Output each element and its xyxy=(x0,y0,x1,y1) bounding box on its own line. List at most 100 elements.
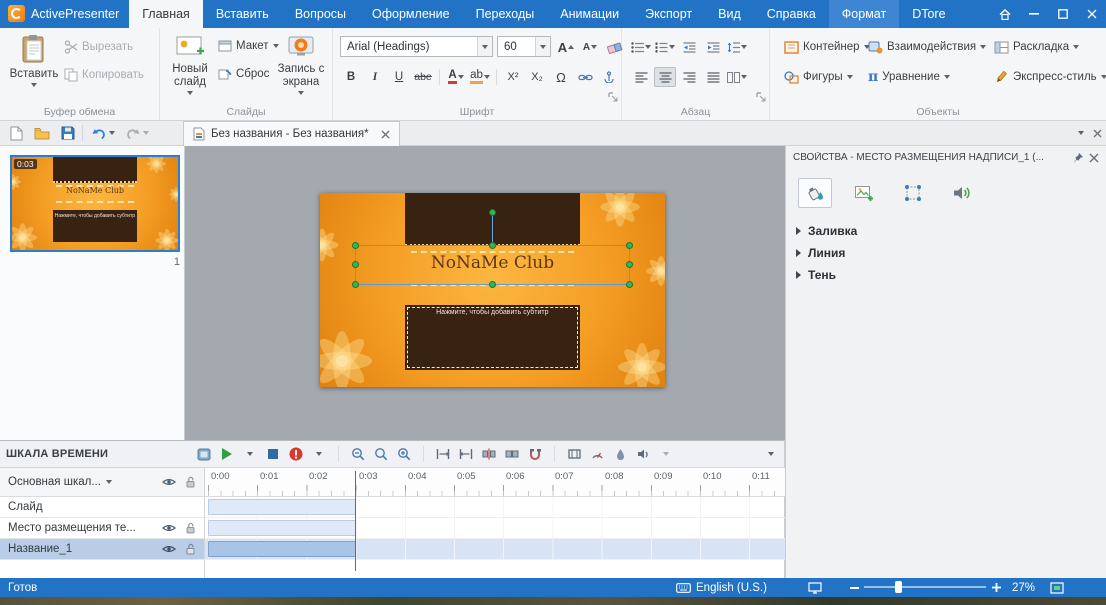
minimize-button[interactable] xyxy=(1019,0,1048,28)
play-options-caret[interactable] xyxy=(243,445,257,463)
track-row-text-placeholder[interactable]: Место размещения те... xyxy=(0,518,785,539)
section-fill[interactable]: Заливка xyxy=(796,220,857,242)
record-narration-button[interactable] xyxy=(289,445,303,463)
rotation-handle[interactable] xyxy=(488,209,496,216)
lock-toggle-icon[interactable] xyxy=(185,543,196,555)
cut-button[interactable]: Вырезать xyxy=(64,40,133,54)
close-button[interactable] xyxy=(1077,0,1106,28)
audio-tools-button[interactable] xyxy=(636,445,650,463)
playhead[interactable] xyxy=(355,471,356,571)
font-dialog-launcher-icon[interactable] xyxy=(608,92,618,102)
underline-button[interactable]: U xyxy=(388,67,410,87)
language-indicator[interactable]: English (U.S.) xyxy=(696,578,767,597)
tab-home[interactable]: Главная xyxy=(129,0,203,28)
delete-time-button[interactable] xyxy=(459,445,473,463)
align-left-button[interactable] xyxy=(630,67,652,87)
fill-style-tab[interactable] xyxy=(798,178,832,208)
font-size-caret[interactable] xyxy=(535,37,550,56)
line-spacing-button[interactable] xyxy=(726,37,748,57)
playback-speed-button[interactable] xyxy=(590,445,604,463)
font-family-caret[interactable] xyxy=(477,37,492,56)
object-duration-bar[interactable] xyxy=(208,541,356,557)
justify-button[interactable] xyxy=(702,67,724,87)
decrease-indent-button[interactable] xyxy=(678,37,700,57)
snap-toggle-button[interactable] xyxy=(528,445,542,463)
audio-tab[interactable] xyxy=(945,178,979,208)
strikethrough-button[interactable]: abe xyxy=(412,67,434,87)
subscript-button[interactable]: X₂ xyxy=(526,67,548,87)
zoom-slider-thumb[interactable] xyxy=(895,581,902,593)
font-size-combo[interactable]: 60 xyxy=(497,36,551,57)
selection-handle[interactable] xyxy=(626,242,633,249)
redo-button[interactable] xyxy=(122,121,152,145)
new-slide-button[interactable]: Новый слайд xyxy=(165,31,215,95)
bold-button[interactable]: B xyxy=(340,67,362,87)
express-style-button[interactable]: Экспресс-стиль xyxy=(994,67,1106,87)
tab-animations[interactable]: Анимации xyxy=(547,0,632,28)
font-color-button[interactable]: A xyxy=(445,67,467,87)
increase-indent-button[interactable] xyxy=(702,37,724,57)
lock-toggle-icon[interactable] xyxy=(185,522,196,534)
home-icon[interactable] xyxy=(990,0,1019,28)
timeline-more-caret[interactable] xyxy=(764,445,778,463)
pin-icon[interactable] xyxy=(1072,152,1084,164)
selection-handle[interactable] xyxy=(626,261,633,268)
slide-duration-bar[interactable] xyxy=(208,499,356,515)
selection-handle[interactable] xyxy=(626,281,633,288)
preview-pane-icon[interactable] xyxy=(197,445,211,463)
timeline-selector[interactable]: Основная шкал... xyxy=(0,468,205,497)
section-shadow[interactable]: Тень xyxy=(796,264,836,286)
copy-button[interactable]: Копировать xyxy=(64,68,144,82)
split-button[interactable] xyxy=(482,445,496,463)
reset-button[interactable]: Сброс xyxy=(218,68,269,80)
zoom-slider[interactable] xyxy=(864,578,986,597)
panel-menu-caret[interactable] xyxy=(1078,131,1084,135)
tab-help[interactable]: Справка xyxy=(754,0,829,28)
zoom-in-button[interactable] xyxy=(397,445,411,463)
audio-options-caret[interactable] xyxy=(659,445,673,463)
visibility-toggle-icon[interactable] xyxy=(162,544,176,554)
selection-handle[interactable] xyxy=(488,281,496,288)
columns-button[interactable] xyxy=(726,67,748,87)
insert-time-button[interactable] xyxy=(436,445,450,463)
grow-font-button[interactable]: A xyxy=(555,37,577,57)
paste-button[interactable]: Вставить xyxy=(8,31,60,87)
undo-button[interactable] xyxy=(88,121,118,145)
object-layout-button[interactable]: Раскладка xyxy=(994,37,1080,57)
layout-button[interactable]: Макет xyxy=(218,40,279,52)
stop-button[interactable] xyxy=(266,445,280,463)
save-button[interactable] xyxy=(56,121,80,145)
align-center-button[interactable] xyxy=(654,67,676,87)
highlight-button[interactable]: ab xyxy=(469,67,491,87)
selection-handle[interactable] xyxy=(352,261,359,268)
zoom-out-button[interactable] xyxy=(850,578,859,597)
track-lane[interactable] xyxy=(205,539,785,560)
new-document-button[interactable] xyxy=(4,121,28,145)
tab-questions[interactable]: Вопросы xyxy=(282,0,359,28)
visibility-toggle-icon[interactable] xyxy=(162,523,176,533)
transition-drop-icon[interactable] xyxy=(613,445,627,463)
paragraph-dialog-launcher-icon[interactable] xyxy=(756,92,766,102)
zoom-out-button[interactable] xyxy=(351,445,365,463)
screen-record-button[interactable]: Запись с экрана xyxy=(274,31,328,95)
tab-transitions[interactable]: Переходы xyxy=(463,0,548,28)
font-family-combo[interactable]: Arial (Headings) xyxy=(340,36,493,57)
timeline-ruler[interactable]: 0:00 0:01 0:02 0:03 0:04 0:05 0:06 0:07 … xyxy=(205,468,785,497)
size-position-tab[interactable] xyxy=(896,178,930,208)
container-button[interactable]: Контейнер xyxy=(784,37,870,57)
properties-close-icon[interactable] xyxy=(1089,153,1099,163)
hyperlink-button[interactable] xyxy=(574,67,596,87)
visibility-column-icon[interactable] xyxy=(162,477,176,487)
maximize-button[interactable] xyxy=(1048,0,1077,28)
tab-export[interactable]: Экспорт xyxy=(632,0,705,28)
play-button[interactable] xyxy=(220,445,234,463)
record-options-caret[interactable] xyxy=(312,445,326,463)
bullet-list-button[interactable] xyxy=(630,37,652,57)
tab-view[interactable]: Вид xyxy=(705,0,754,28)
italic-button[interactable]: I xyxy=(364,67,386,87)
track-row-title[interactable]: Название_1 xyxy=(0,539,785,560)
selection-rectangle[interactable] xyxy=(352,209,633,288)
selection-handle[interactable] xyxy=(352,281,359,288)
tab-format[interactable]: Формат xyxy=(828,0,900,28)
track-lane[interactable] xyxy=(205,518,785,539)
